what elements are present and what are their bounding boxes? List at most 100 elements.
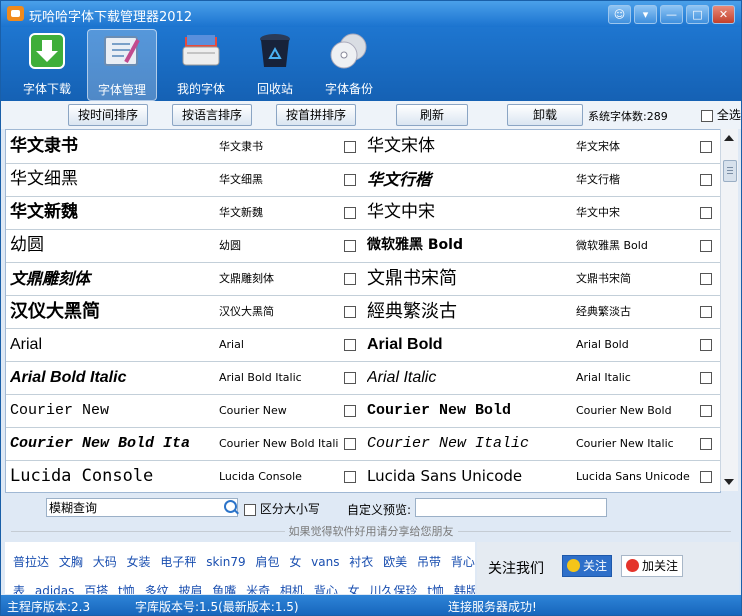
ad-link[interactable]: 女 bbox=[289, 555, 301, 569]
ad-link[interactable]: 多纹 bbox=[145, 584, 169, 594]
font-checkbox[interactable] bbox=[700, 438, 712, 450]
vertical-scrollbar[interactable] bbox=[720, 129, 738, 491]
font-checkbox[interactable] bbox=[344, 240, 356, 252]
ad-link[interactable]: 表 bbox=[13, 584, 25, 594]
ad-link[interactable]: 文胸 bbox=[59, 555, 83, 569]
font-checkbox[interactable] bbox=[344, 438, 356, 450]
ad-link[interactable]: vans bbox=[311, 555, 339, 569]
search-icon[interactable] bbox=[224, 500, 237, 513]
font-checkbox[interactable] bbox=[344, 405, 356, 417]
font-sample[interactable]: Arial Italic bbox=[367, 361, 573, 394]
menu-button[interactable]: ▾ bbox=[634, 5, 657, 24]
ad-link[interactable]: 百搭 bbox=[84, 584, 108, 594]
tool-recycle-bin[interactable]: 回收站 bbox=[241, 29, 309, 99]
font-sample[interactable]: Courier New Bold bbox=[367, 394, 573, 427]
ad-link[interactable]: 普拉达 bbox=[13, 555, 49, 569]
ad-link[interactable]: 米奇 bbox=[246, 584, 270, 594]
ad-link[interactable]: 吊带 bbox=[417, 555, 441, 569]
refresh-button[interactable]: 刷新 bbox=[396, 104, 468, 126]
font-sample[interactable]: 华文宋体 bbox=[367, 130, 573, 163]
ad-link[interactable]: 肩包 bbox=[255, 555, 279, 569]
font-checkbox[interactable] bbox=[700, 405, 712, 417]
ad-link[interactable]: 背心 bbox=[314, 584, 338, 594]
title-bar[interactable]: 玩哈哈字体下载管理器2012 ☺ ▾ — □ ✕ bbox=[1, 1, 741, 27]
font-sample[interactable]: Arial Bold Italic bbox=[10, 361, 216, 394]
tool-my-fonts[interactable]: 我的字体 bbox=[167, 29, 235, 99]
font-sample[interactable]: Courier New Italic bbox=[367, 427, 573, 460]
font-checkbox[interactable] bbox=[700, 339, 712, 351]
font-checkbox[interactable] bbox=[344, 306, 356, 318]
font-sample[interactable]: 华文隶书 bbox=[10, 130, 216, 163]
font-checkbox[interactable] bbox=[700, 273, 712, 285]
sort-by-time-button[interactable]: 按时间排序 bbox=[68, 104, 148, 126]
font-checkbox[interactable] bbox=[344, 372, 356, 384]
scroll-down-icon[interactable] bbox=[724, 479, 734, 485]
ad-link[interactable]: 背心 bbox=[451, 555, 475, 569]
search-input[interactable]: 模糊查询 bbox=[46, 498, 238, 517]
font-sample[interactable]: 微软雅黑 Bold bbox=[367, 229, 573, 262]
font-sample[interactable]: Courier New Bold Ita bbox=[10, 427, 216, 460]
font-sample[interactable]: 华文细黑 bbox=[10, 163, 216, 196]
weibo-follow-button[interactable]: 加关注 bbox=[621, 555, 684, 577]
font-checkbox[interactable] bbox=[700, 372, 712, 384]
font-checkbox[interactable] bbox=[700, 306, 712, 318]
font-sample[interactable]: 經典繁淡古 bbox=[367, 295, 573, 328]
skin-button[interactable]: ☺ bbox=[608, 5, 631, 24]
font-checkbox[interactable] bbox=[700, 174, 712, 186]
font-checkbox[interactable] bbox=[700, 471, 712, 483]
font-checkbox[interactable] bbox=[344, 174, 356, 186]
ad-link[interactable]: 披肩 bbox=[178, 584, 202, 594]
font-sample[interactable]: 文鼎书宋简 bbox=[367, 262, 573, 295]
ad-link[interactable]: adidas bbox=[35, 584, 75, 594]
ad-link[interactable]: 大码 bbox=[93, 555, 117, 569]
font-checkbox[interactable] bbox=[700, 141, 712, 153]
font-sample[interactable]: Courier New bbox=[10, 394, 216, 427]
ad-link[interactable]: 川久保玲 bbox=[370, 584, 418, 594]
scroll-up-icon[interactable] bbox=[724, 135, 734, 141]
font-sample[interactable]: 华文中宋 bbox=[367, 196, 573, 229]
case-sensitive[interactable]: 区分大小写 bbox=[244, 500, 320, 517]
font-sample[interactable]: 汉仪大黑简 bbox=[10, 295, 216, 328]
font-checkbox[interactable] bbox=[344, 471, 356, 483]
font-sample[interactable]: Arial bbox=[10, 328, 216, 361]
ad-link[interactable]: 韩版 bbox=[454, 584, 475, 594]
ad-link[interactable]: 女 bbox=[348, 584, 360, 594]
ad-link[interactable]: skin79 bbox=[206, 555, 245, 569]
ad-link[interactable]: 鱼嘴 bbox=[212, 584, 236, 594]
ad-link[interactable]: t恤 bbox=[118, 584, 135, 594]
select-all-checkbox[interactable] bbox=[701, 109, 713, 122]
preview-input[interactable] bbox=[415, 498, 607, 517]
ad-link[interactable]: t恤 bbox=[427, 584, 444, 594]
font-checkbox[interactable] bbox=[344, 141, 356, 153]
sort-by-language-button[interactable]: 按语言排序 bbox=[172, 104, 252, 126]
font-checkbox[interactable] bbox=[344, 339, 356, 351]
ad-link[interactable]: 衬衣 bbox=[349, 555, 373, 569]
font-sample[interactable]: 文鼎雕刻体 bbox=[10, 262, 216, 295]
font-sample[interactable]: Lucida Sans Unicode bbox=[367, 460, 573, 492]
sort-by-pinyin-button[interactable]: 按首拼排序 bbox=[276, 104, 356, 126]
ad-link[interactable]: 女装 bbox=[127, 555, 151, 569]
font-checkbox[interactable] bbox=[344, 273, 356, 285]
tool-font-backup[interactable]: 字体备份 bbox=[315, 29, 383, 99]
select-all[interactable]: 全选 bbox=[701, 106, 741, 123]
maximize-button[interactable]: □ bbox=[686, 5, 709, 24]
ad-link[interactable]: 相机 bbox=[280, 584, 304, 594]
case-sensitive-checkbox[interactable] bbox=[244, 503, 256, 516]
minimize-button[interactable]: — bbox=[660, 5, 683, 24]
qq-follow-button[interactable]: 关注 bbox=[562, 555, 613, 577]
scroll-thumb[interactable] bbox=[723, 160, 737, 182]
tool-font-download[interactable]: 字体下载 bbox=[13, 29, 81, 99]
font-checkbox[interactable] bbox=[344, 207, 356, 219]
ad-link[interactable]: 电子秤 bbox=[160, 555, 196, 569]
font-sample[interactable]: 华文行楷 bbox=[367, 163, 573, 196]
font-checkbox[interactable] bbox=[700, 207, 712, 219]
font-sample[interactable]: 幼圆 bbox=[10, 229, 216, 262]
font-sample[interactable]: 华文新魏 bbox=[10, 196, 216, 229]
font-sample[interactable]: Lucida Console bbox=[10, 460, 216, 492]
font-checkbox[interactable] bbox=[700, 240, 712, 252]
font-sample[interactable]: Arial Bold bbox=[367, 328, 573, 361]
uninstall-button[interactable]: 卸载 bbox=[507, 104, 583, 126]
ad-link[interactable]: 欧美 bbox=[383, 555, 407, 569]
close-button[interactable]: ✕ bbox=[712, 5, 735, 24]
tool-font-manage[interactable]: 字体管理 bbox=[87, 29, 157, 101]
